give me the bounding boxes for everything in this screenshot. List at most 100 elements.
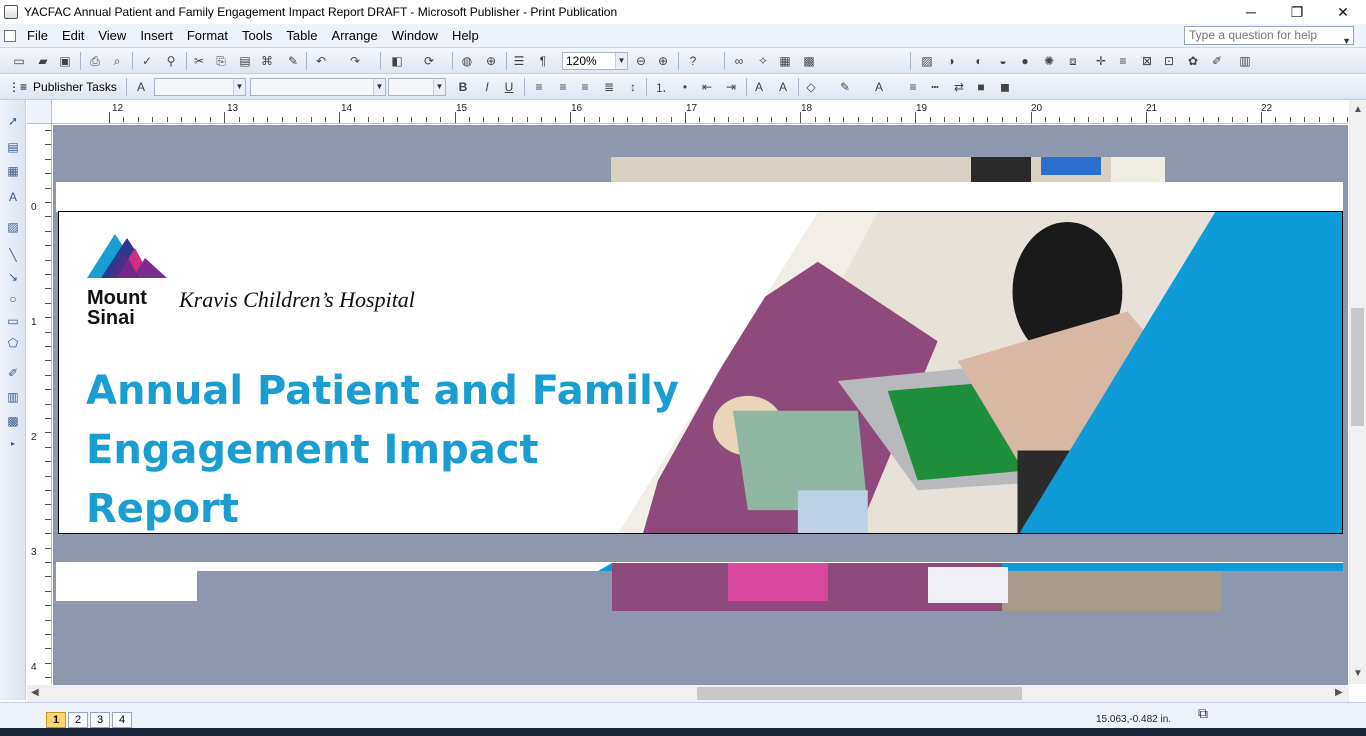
crop-icon[interactable]: ⧈ (1064, 52, 1082, 70)
horizontal-scroll-thumb[interactable] (697, 687, 1022, 700)
rotate-icon[interactable]: ⟳ (420, 52, 438, 70)
scroll-right-icon[interactable]: ▶ (1335, 687, 1343, 698)
menu-tools[interactable]: Tools (235, 24, 279, 48)
zoom-select[interactable]: 120% ▼ (562, 52, 628, 70)
line-style-icon[interactable]: ✛ (1092, 52, 1110, 70)
zoom-find-icon[interactable]: ⊕ (482, 52, 500, 70)
fill-color-icon[interactable]: ◇ (802, 78, 820, 96)
chevron-down-icon[interactable]: ▼ (373, 79, 385, 95)
picture-icon[interactable]: ▨ (918, 52, 936, 70)
contrast-icon[interactable]: ◐ (970, 52, 988, 70)
scroll-left-icon[interactable]: ◀ (31, 687, 39, 698)
chevron-down-icon[interactable]: ▼ (433, 79, 445, 95)
help-icon[interactable]: ? (684, 52, 702, 70)
print-preview-icon[interactable]: ⌕ (108, 52, 126, 70)
color-icon[interactable]: ◑ (942, 52, 960, 70)
business-info-icon[interactable]: ▩ (4, 412, 22, 430)
redo-icon[interactable]: ↷ (346, 52, 364, 70)
save-icon[interactable]: ▣ (56, 52, 74, 70)
menu-arrange[interactable]: Arrange (324, 24, 384, 48)
less-brightness-icon[interactable]: ✺ (1040, 52, 1058, 70)
help-search-input[interactable]: Type a question for help ▼ (1184, 26, 1354, 46)
page-3-button[interactable]: 3 (90, 712, 110, 728)
arrow-icon[interactable]: ↘ (4, 268, 22, 286)
style-select[interactable]: ▼ (154, 78, 246, 96)
font-color-icon[interactable]: A (870, 78, 888, 96)
page-1-button[interactable]: 1 (46, 712, 66, 728)
brightness-icon[interactable]: ● (1016, 52, 1034, 70)
wordart-icon[interactable]: A (4, 188, 22, 206)
line-spacing-icon[interactable]: ↕ (624, 78, 642, 96)
publisher-tasks-button[interactable]: ⋮≡ Publisher Tasks (8, 78, 117, 96)
compress-icon[interactable]: ▥ (1236, 52, 1254, 70)
picture-frame-icon[interactable]: ▨ (4, 218, 22, 236)
menu-help[interactable]: Help (445, 24, 486, 48)
menu-table[interactable]: Table (279, 24, 324, 48)
publication-workspace[interactable]: Mount Sinai Kravis Children’s Hospital A… (53, 125, 1348, 685)
spelling-icon[interactable]: ✓ (138, 52, 156, 70)
cut-icon[interactable]: ✂ (190, 52, 208, 70)
scroll-down-icon[interactable]: ▼ (1353, 668, 1363, 679)
reset-picture-icon[interactable]: ✐ (1208, 52, 1226, 70)
increase-font-icon[interactable]: A (774, 78, 792, 96)
bold-icon[interactable]: B (454, 78, 472, 96)
report-banner[interactable]: Mount Sinai Kravis Children’s Hospital A… (58, 211, 1343, 534)
menu-format[interactable]: Format (180, 24, 235, 48)
print-icon[interactable]: ⎙ (86, 52, 104, 70)
shadow-style-icon[interactable]: ■ (972, 78, 990, 96)
horizontal-scrollbar[interactable]: ◀ ▶ (27, 685, 1349, 702)
group-icon[interactable]: ◍ (458, 52, 476, 70)
open-icon[interactable]: ▰ (34, 52, 52, 70)
chevron-down-icon[interactable]: ▼ (615, 53, 627, 69)
format-picture-icon[interactable]: ⊡ (1160, 52, 1178, 70)
text-box-icon[interactable]: ▤ (4, 138, 22, 156)
underline-icon[interactable]: U (500, 78, 518, 96)
clear-format-icon[interactable]: ✎ (284, 52, 302, 70)
hotspot-icon[interactable]: ✐ (4, 364, 22, 382)
columns-icon[interactable]: ☰ (510, 52, 528, 70)
align-center-icon[interactable]: ≡ (554, 78, 572, 96)
font-select[interactable]: ▼ (250, 78, 386, 96)
paste-icon[interactable]: ▤ (236, 52, 254, 70)
menu-file[interactable]: File (20, 24, 55, 48)
undo-icon[interactable]: ↶ (312, 52, 330, 70)
decrease-font-icon[interactable]: A (750, 78, 768, 96)
menu-insert[interactable]: Insert (133, 24, 180, 48)
rectangle-icon[interactable]: ▭ (4, 312, 22, 330)
publisher-app-icon[interactable] (4, 5, 18, 19)
disconnect-icon[interactable]: ✧ (754, 52, 772, 70)
text-fit-icon[interactable]: ▦ (776, 52, 794, 70)
minimize-button[interactable]: ─ (1228, 0, 1274, 24)
ruler-corner[interactable] (27, 100, 52, 124)
decrease-indent-icon[interactable]: ⇤ (698, 78, 716, 96)
close-button[interactable]: ✕ (1320, 0, 1366, 24)
pilcrow-icon[interactable]: ¶ (534, 52, 552, 70)
font-size-select[interactable]: ▼ (388, 78, 446, 96)
styles-icon[interactable]: A (132, 78, 150, 96)
chevron-down-icon[interactable]: ▼ (233, 79, 245, 95)
align-left-icon[interactable]: ≡ (530, 78, 548, 96)
menu-window[interactable]: Window (385, 24, 445, 48)
text-options-icon[interactable]: ▩ (800, 52, 818, 70)
align-right-icon[interactable]: ≡ (576, 78, 594, 96)
bring-forward-icon[interactable]: ◧ (388, 52, 406, 70)
scroll-up-icon[interactable]: ▲ (1353, 104, 1363, 115)
transparent-icon[interactable]: ✿ (1184, 52, 1202, 70)
insert-table-icon[interactable]: ▦ (4, 162, 22, 180)
more-controls-icon[interactable]: ▸ (4, 434, 22, 452)
page-4-button[interactable]: 4 (112, 712, 132, 728)
zoom-out-icon[interactable]: ⊖ (632, 52, 650, 70)
3d-style-icon[interactable]: ◼ (996, 78, 1014, 96)
wrap-icon[interactable]: ⊠ (1138, 52, 1156, 70)
justify-icon[interactable]: ≣ (600, 78, 618, 96)
vertical-ruler[interactable]: 0 1 2 3 4 (27, 124, 52, 684)
numbering-icon[interactable]: ⒈ (652, 78, 670, 96)
oval-icon[interactable]: ○ (4, 290, 22, 308)
vertical-scroll-thumb[interactable] (1351, 308, 1364, 426)
autoshapes-icon[interactable]: ⬠ (4, 334, 22, 352)
line-style-icon[interactable]: ≡ (904, 78, 922, 96)
horizontal-ruler[interactable]: 12 13 14 15 16 17 18 19 20 21 22 (52, 100, 1348, 124)
design-gallery-icon[interactable]: ▥ (4, 388, 22, 406)
italic-icon[interactable]: I (478, 78, 496, 96)
restore-button[interactable]: ❐ (1274, 0, 1320, 24)
